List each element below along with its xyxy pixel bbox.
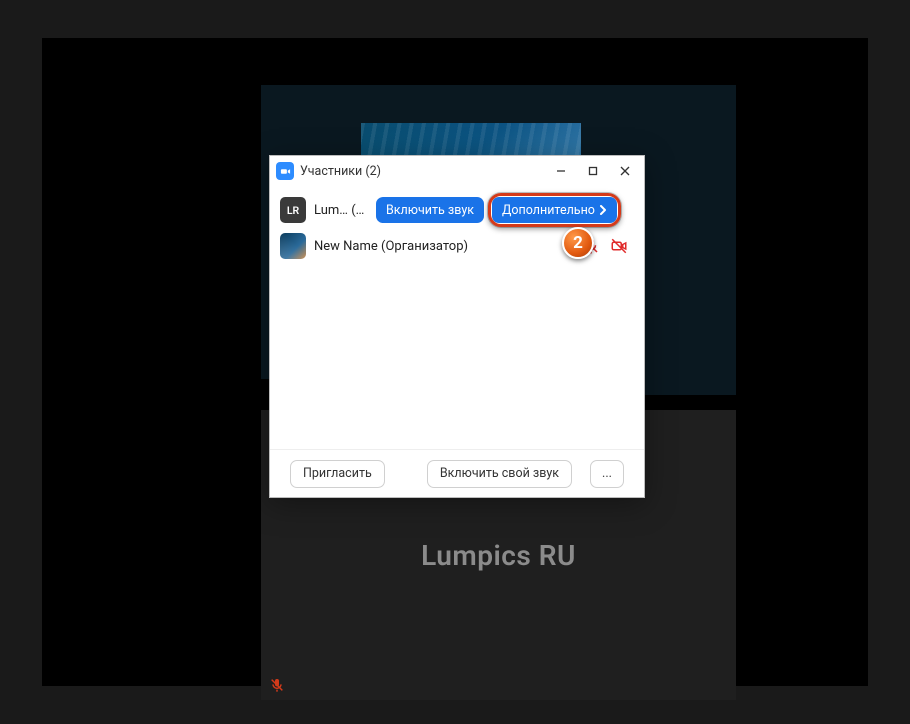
avatar-initials: LR	[287, 204, 299, 217]
participant-row-self[interactable]: LR Lum… (Я) Включить звук Дополнительно	[278, 192, 636, 228]
callout-number: 2	[573, 233, 583, 253]
window-titlebar: Участники (2)	[270, 156, 644, 186]
chevron-right-icon	[599, 205, 607, 215]
avatar	[280, 233, 306, 259]
footer-more-button[interactable]: ...	[590, 460, 624, 488]
camera-off-icon	[610, 237, 628, 255]
window-minimize-button[interactable]	[548, 160, 574, 182]
panel-footer: Пригласить Включить свой звук ...	[270, 449, 644, 497]
participants-panel: Участники (2) LR Lum… (Я) Включить звук …	[269, 155, 645, 498]
participant-name: Lum… (Я)	[314, 203, 368, 218]
invite-button[interactable]: Пригласить	[290, 460, 385, 488]
participants-list: LR Lum… (Я) Включить звук Дополнительно …	[270, 186, 644, 449]
window-close-button[interactable]	[612, 160, 638, 182]
more-options-button[interactable]: Дополнительно	[492, 197, 617, 223]
callout-highlight: Дополнительно	[492, 197, 617, 223]
microphone-muted-icon	[269, 677, 285, 693]
zoom-app-icon	[276, 162, 294, 180]
avatar: LR	[280, 197, 306, 223]
step-callout-badge: 2	[562, 227, 594, 259]
self-name-display: Lumpics RU	[421, 539, 576, 572]
enable-audio-button[interactable]: Включить звук	[376, 197, 484, 223]
participant-name: New Name (Организатор)	[314, 239, 574, 254]
enable-self-audio-button[interactable]: Включить свой звук	[427, 460, 572, 488]
window-title: Участники (2)	[300, 164, 542, 179]
window-maximize-button[interactable]	[580, 160, 606, 182]
